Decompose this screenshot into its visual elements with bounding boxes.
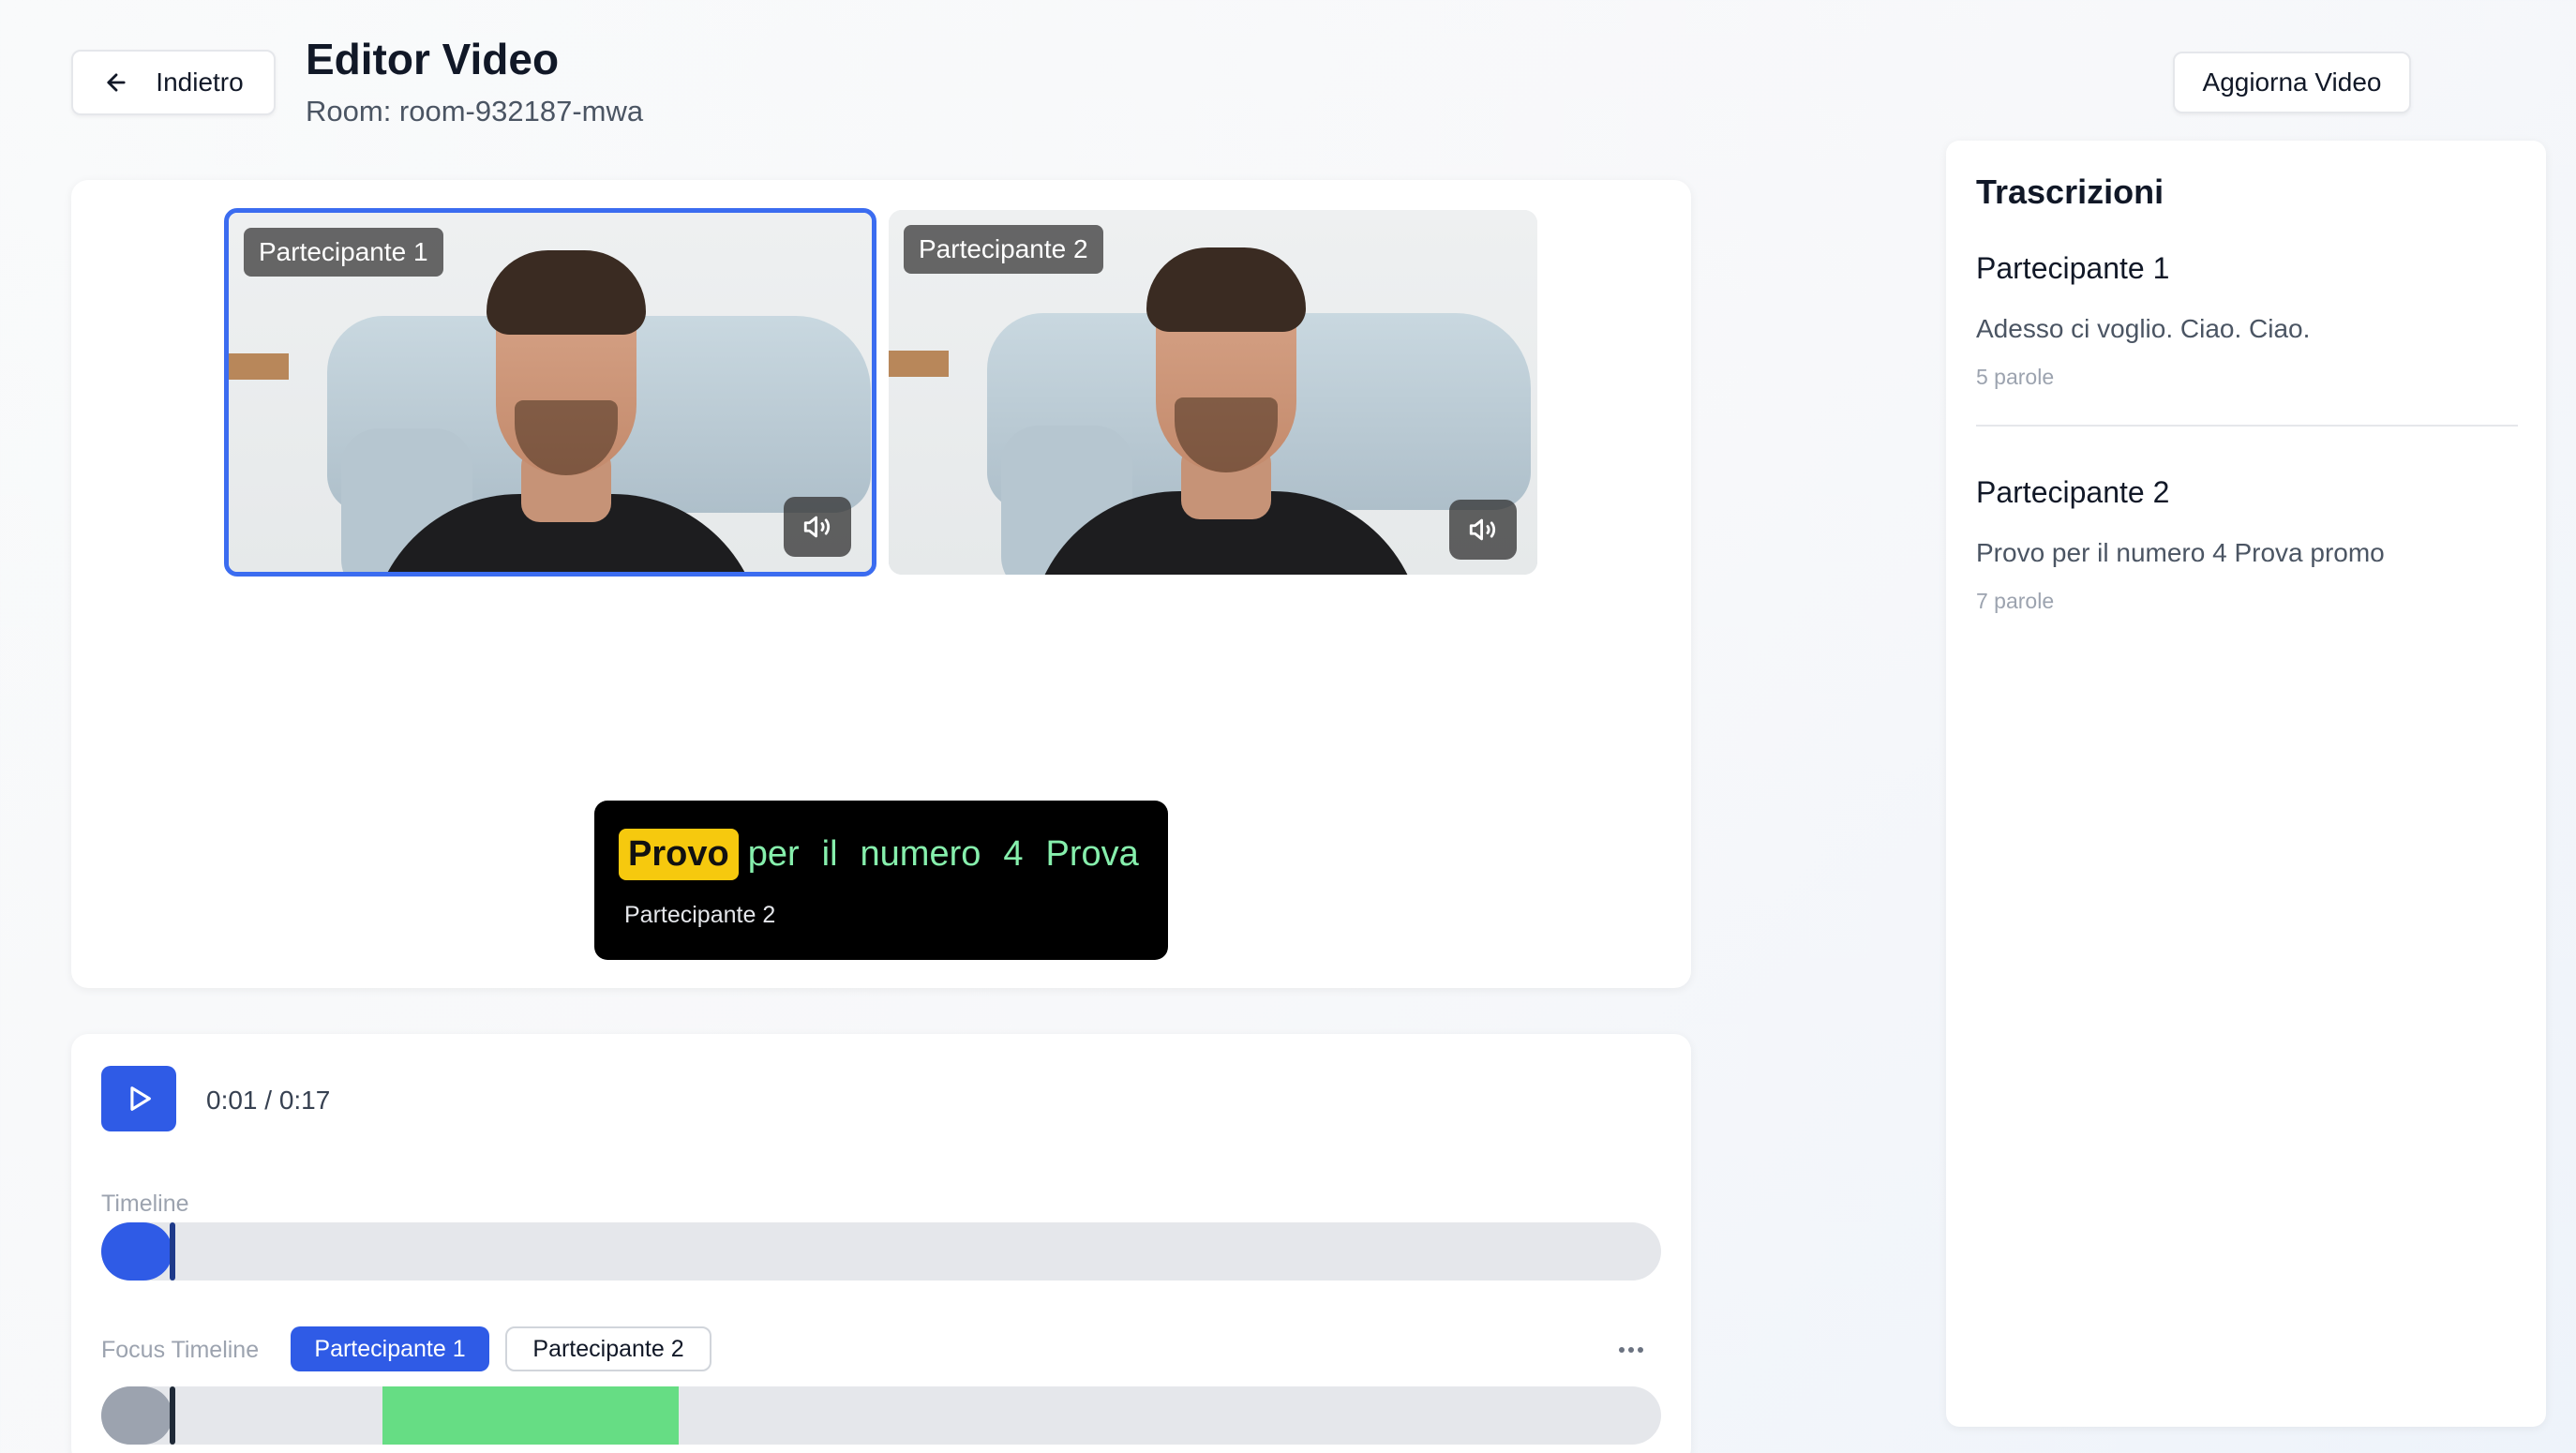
transcript-item[interactable]: Partecipante 1 Adesso ci voglio. Ciao. C…: [1976, 251, 2518, 390]
caption-word: 4: [1003, 834, 1024, 874]
volume-button[interactable]: [784, 497, 851, 557]
play-button[interactable]: [101, 1066, 176, 1131]
transcript-item[interactable]: Partecipante 2 Provo per il numero 4 Pro…: [1976, 475, 2518, 614]
more-horizontal-icon: [1619, 1347, 1643, 1353]
back-button-label: Indietro: [156, 67, 244, 97]
participant-tile-2[interactable]: Partecipante 2: [889, 210, 1537, 575]
transcript-speaker: Partecipante 2: [1976, 475, 2170, 509]
transcript-text: Provo per il numero 4 Prova promo: [1976, 538, 2385, 567]
caption-words: Provo per il numero 4 Prova: [619, 829, 1139, 880]
transcripts-title: Trascrizioni: [1976, 172, 2164, 211]
page-title: Editor Video: [306, 35, 560, 83]
update-video-button[interactable]: Aggiorna Video: [2173, 52, 2411, 113]
caption-box: Provo per il numero 4 Prova Partecipante…: [594, 801, 1168, 960]
transcripts-panel: Trascrizioni Partecipante 1 Adesso ci vo…: [1946, 141, 2546, 1427]
volume-icon: [1469, 518, 1496, 541]
caption-word-highlighted: Provo: [619, 829, 739, 880]
focus-tab-participant-1[interactable]: Partecipante 1: [291, 1326, 489, 1371]
timeline-track[interactable]: [101, 1222, 1661, 1281]
play-icon: [130, 1086, 151, 1111]
transcript-text: Adesso ci voglio. Ciao. Ciao.: [1976, 314, 2311, 343]
room-subtitle: Room: room-932187-mwa: [306, 95, 644, 127]
transcript-word-count: 5 parole: [1976, 365, 2055, 389]
volume-icon: [803, 516, 831, 538]
arrow-left-icon: [107, 73, 126, 92]
transcript-speaker: Partecipante 1: [1976, 251, 2170, 285]
player-card: 0:01 / 0:17 Timeline Focus Timeline Part…: [71, 1034, 1691, 1453]
caption-word: numero: [860, 834, 981, 874]
participant-tile-label: Partecipante 1: [244, 228, 443, 277]
focus-tab-participant-2[interactable]: Partecipante 2: [505, 1326, 711, 1371]
update-video-label: Aggiorna Video: [2202, 67, 2382, 97]
timeline-playhead[interactable]: [170, 1222, 175, 1281]
more-options-button[interactable]: [1609, 1336, 1654, 1364]
caption-word: per: [747, 834, 800, 874]
time-display: 0:01 / 0:17: [206, 1086, 331, 1115]
focus-progress: [101, 1386, 172, 1445]
back-button[interactable]: Indietro: [71, 50, 276, 115]
focus-playhead[interactable]: [170, 1386, 175, 1445]
participant-tile-1[interactable]: Partecipante 1: [224, 208, 876, 577]
transcript-divider: [1976, 425, 2518, 427]
focus-segment[interactable]: [382, 1386, 679, 1445]
volume-button[interactable]: [1449, 500, 1517, 560]
caption-speaker: Partecipante 2: [624, 902, 776, 928]
video-preview-card: Partecipante 1 Partecipante 2 Provo per …: [71, 180, 1691, 988]
focus-timeline-track[interactable]: [101, 1386, 1661, 1445]
timeline-label: Timeline: [101, 1191, 189, 1217]
caption-word: Prova: [1045, 834, 1139, 874]
focus-timeline-label: Focus Timeline: [101, 1337, 260, 1363]
caption-word: il: [821, 834, 838, 874]
transcript-word-count: 7 parole: [1976, 589, 2055, 613]
timeline-progress: [101, 1222, 172, 1281]
participant-tile-label: Partecipante 2: [904, 225, 1103, 274]
